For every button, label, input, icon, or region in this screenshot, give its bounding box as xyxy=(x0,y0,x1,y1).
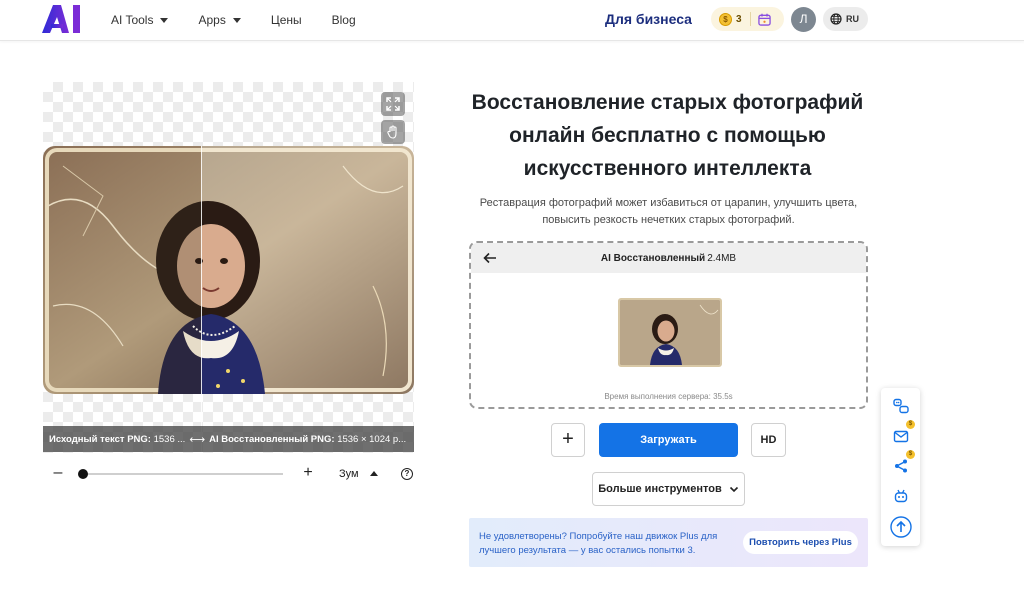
assistant-button[interactable] xyxy=(889,484,912,507)
robot-icon xyxy=(894,489,907,502)
nav-ai-tools-label: AI Tools xyxy=(111,13,154,27)
title-line: Восстановление старых фотографий xyxy=(471,91,864,114)
mail-icon xyxy=(893,430,908,442)
user-avatar[interactable]: Л xyxy=(791,7,816,32)
zoom-in-button[interactable]: + xyxy=(301,465,315,481)
caret-down-icon xyxy=(160,17,169,23)
expand-icon xyxy=(386,97,400,111)
business-link[interactable]: Для бизнеса xyxy=(605,11,692,27)
result-panel[interactable]: AI Восстановленный 2.4MB Время выполнени… xyxy=(469,241,868,409)
title-line: искусственного интеллекта xyxy=(523,157,812,180)
server-time: Время выполнения сервера: 35.5s xyxy=(604,392,733,401)
result-size: 2.4MB xyxy=(707,252,737,264)
result-name: AI Восстановленный xyxy=(600,252,706,264)
compare-photo xyxy=(43,146,414,394)
language-switcher[interactable]: RU xyxy=(823,7,868,31)
plus-upsell-banner: Не удовлетворены? Попробуйте наш движок … xyxy=(469,518,868,567)
hand-icon xyxy=(387,125,397,139)
title-line: онлайн бесплатно с помощью xyxy=(509,124,826,147)
floating-toolbar: $ $ xyxy=(881,388,920,546)
email-button[interactable]: $ xyxy=(889,420,915,447)
nav-pricing-label: Цены xyxy=(270,13,302,27)
scroll-to-top-button[interactable] xyxy=(889,515,912,538)
top-header: AI Tools Apps Цены Blog Для бизнеса $ 3 … xyxy=(0,0,1024,41)
pan-button[interactable] xyxy=(381,120,405,144)
reward-badge: $ xyxy=(906,420,915,429)
more-tools-label: Больше инструментов xyxy=(598,483,722,495)
page-title: Восстановление старых фотографий онлайн … xyxy=(445,86,890,185)
result-header: AI Восстановленный 2.4MB xyxy=(471,243,866,273)
language-label: RU xyxy=(846,14,859,24)
file-info-bar: Исходный текст PNG: 1536 ... ⟷ AI Восста… xyxy=(43,426,414,452)
discord-icon xyxy=(892,398,909,413)
restored-file-info: AI Восстановленный PNG: 1536 × 1024 p... xyxy=(209,433,407,445)
nav-ai-tools[interactable]: AI Tools xyxy=(111,13,169,27)
zoom-slider-handle[interactable] xyxy=(78,469,88,479)
community-button[interactable] xyxy=(889,394,912,417)
page-subtitle: Реставрация фотографий может избавиться … xyxy=(470,195,867,229)
hd-button[interactable]: HD xyxy=(751,423,786,457)
globe-icon xyxy=(830,13,842,25)
nav-blog[interactable]: Blog xyxy=(332,13,356,27)
zoom-out-button[interactable]: – xyxy=(51,465,65,481)
result-thumbnail[interactable] xyxy=(618,298,722,367)
credits-pill[interactable]: $ 3 xyxy=(711,7,784,31)
original-file-info: Исходный текст PNG: 1536 ... xyxy=(49,433,186,445)
help-icon[interactable]: ? xyxy=(401,468,413,480)
back-arrow-icon[interactable] xyxy=(483,251,497,265)
share-icon xyxy=(894,459,907,472)
chevron-down-icon xyxy=(729,486,738,493)
site-logo[interactable] xyxy=(42,5,82,33)
before-after-viewer[interactable]: Исходный текст PNG: 1536 ... ⟷ AI Восста… xyxy=(43,82,414,453)
caret-down-icon xyxy=(232,17,241,23)
subtitle-line: повысить резкость нечетких старых фотогр… xyxy=(542,214,795,226)
compare-arrows-icon: ⟷ xyxy=(189,433,206,446)
calendar-icon[interactable] xyxy=(757,13,771,26)
caret-up-icon[interactable] xyxy=(370,471,378,476)
arrow-up-icon xyxy=(889,515,912,538)
more-tools-button[interactable]: Больше инструментов xyxy=(592,472,745,506)
zoom-label[interactable]: Зум xyxy=(339,468,359,480)
main-nav: AI Tools Apps Цены Blog xyxy=(111,0,386,40)
nav-pricing[interactable]: Цены xyxy=(271,13,302,27)
subtitle-line: Реставрация фотографий может избавиться … xyxy=(479,197,858,209)
nav-blog-label: Blog xyxy=(331,13,356,27)
credit-count: 3 xyxy=(736,13,742,25)
retry-with-plus-button[interactable]: Повторить через Plus xyxy=(743,531,858,554)
nav-apps[interactable]: Apps xyxy=(198,13,241,27)
add-image-button[interactable]: + xyxy=(551,423,585,457)
fullscreen-button[interactable] xyxy=(381,92,405,116)
nav-apps-label: Apps xyxy=(198,13,226,27)
plus-upsell-text: Не удовлетворены? Попробуйте наш движок … xyxy=(479,531,718,556)
upload-button[interactable]: Загружать xyxy=(599,423,738,457)
compare-divider[interactable] xyxy=(201,146,202,453)
pill-divider xyxy=(749,12,751,26)
coin-icon: $ xyxy=(719,12,732,26)
share-button[interactable]: $ xyxy=(889,450,915,477)
zoom-slider-track[interactable] xyxy=(83,473,283,475)
reward-badge: $ xyxy=(906,450,915,459)
